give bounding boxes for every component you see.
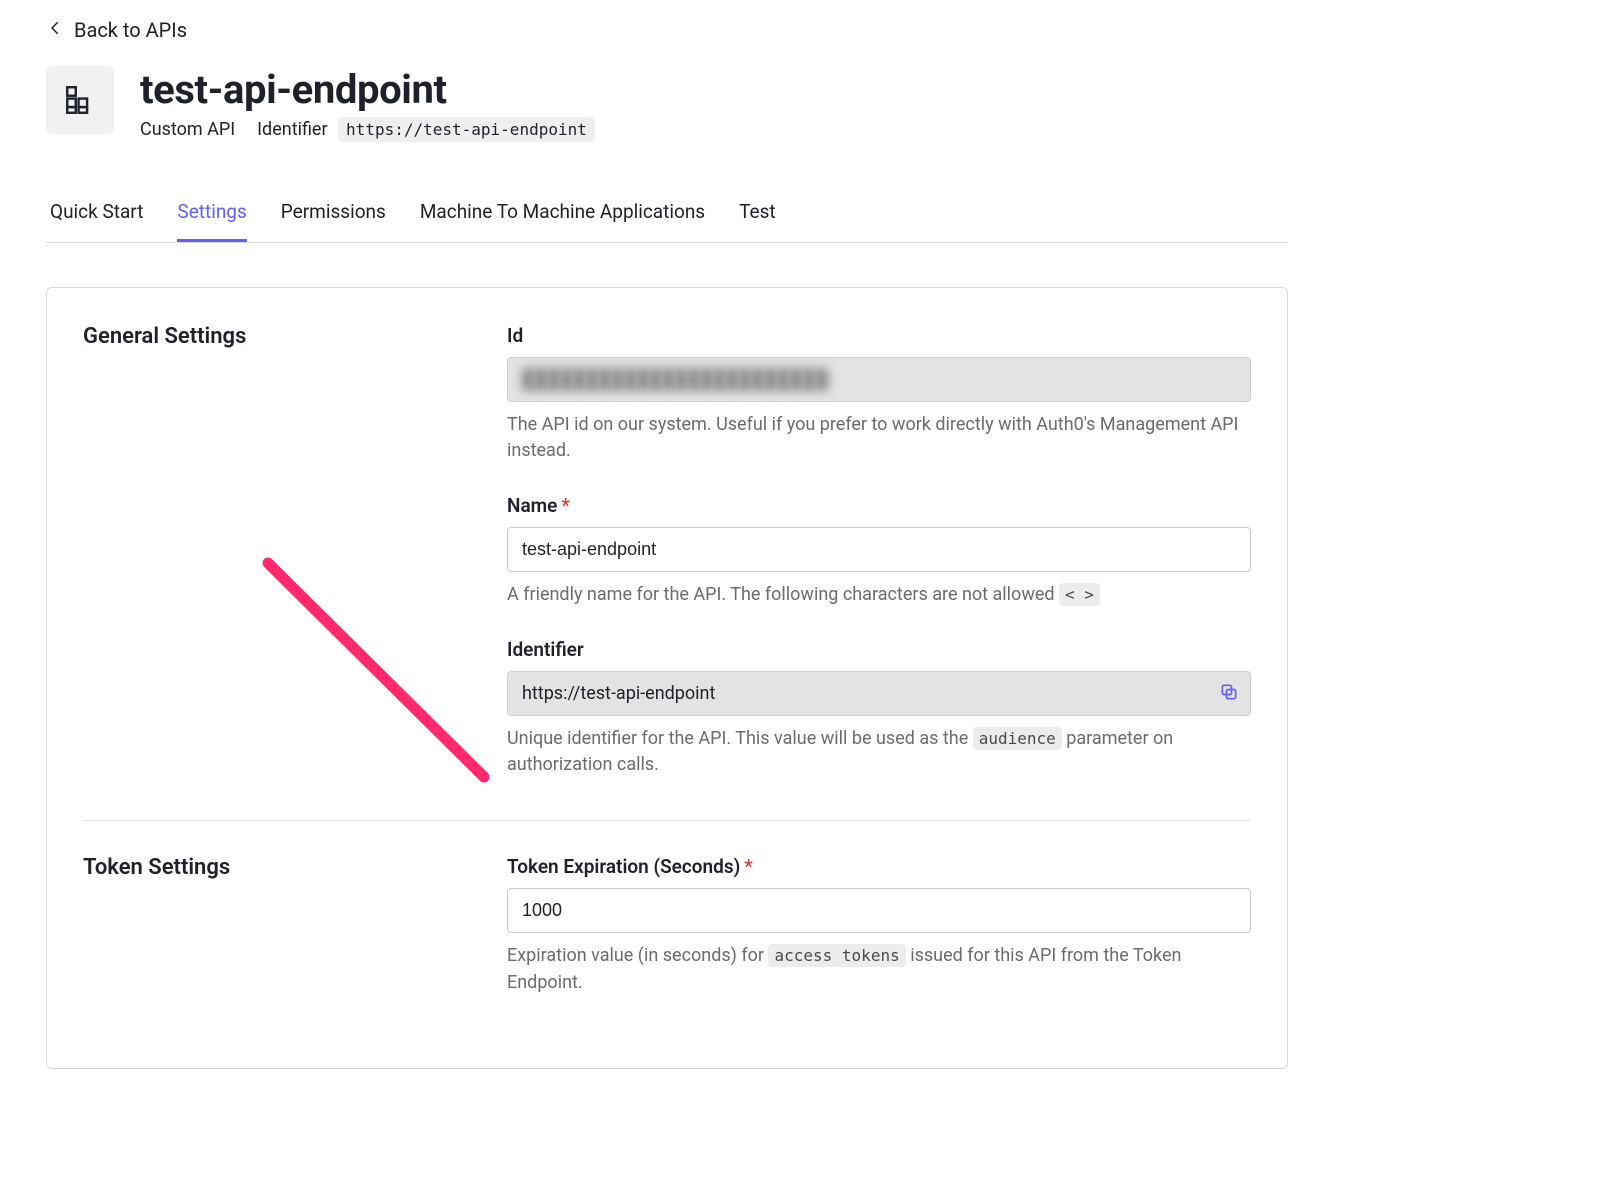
api-icon [46, 66, 114, 134]
copy-icon [1219, 682, 1239, 706]
tab-settings[interactable]: Settings [177, 200, 246, 242]
tabs: Quick Start Settings Permissions Machine… [46, 200, 1288, 243]
help-name: A friendly name for the API. The followi… [507, 582, 1251, 608]
label-identifier: Identifier [507, 638, 1251, 661]
back-link-label: Back to APIs [74, 18, 187, 42]
section-general-settings: General Settings Id ████████████████████… [83, 324, 1251, 820]
label-name: Name* [507, 494, 1251, 517]
copy-identifier-button[interactable] [1217, 682, 1241, 706]
tab-quick-start[interactable]: Quick Start [50, 200, 143, 242]
api-type-label: Custom API [140, 119, 235, 140]
api-title: test-api-endpoint [140, 66, 595, 113]
section-token-settings: Token Settings Token Expiration (Seconds… [83, 820, 1251, 1057]
settings-panel: General Settings Id ████████████████████… [46, 287, 1288, 1069]
help-id: The API id on our system. Useful if you … [507, 412, 1251, 464]
tab-m2m-applications[interactable]: Machine To Machine Applications [420, 200, 705, 242]
section-title-token: Token Settings [83, 855, 467, 1025]
help-token-expiration: Expiration value (in seconds) for access… [507, 943, 1251, 995]
api-header: test-api-endpoint Custom API Identifier … [0, 48, 1288, 140]
field-identifier: Identifier https://test-api-endpoint Uni… [507, 638, 1251, 778]
input-id: ████████████████████████ [507, 357, 1251, 402]
api-title-wrap: test-api-endpoint Custom API Identifier … [140, 66, 595, 140]
input-token-expiration[interactable] [507, 888, 1251, 933]
tab-permissions[interactable]: Permissions [281, 200, 386, 242]
identifier-label: Identifier [257, 119, 327, 140]
tab-test[interactable]: Test [739, 200, 776, 242]
label-id: Id [507, 324, 1251, 347]
field-id: Id ████████████████████████ The API id o… [507, 324, 1251, 464]
label-token-expiration: Token Expiration (Seconds)* [507, 855, 1251, 878]
input-name[interactable] [507, 527, 1251, 572]
input-identifier: https://test-api-endpoint [507, 671, 1251, 716]
help-identifier: Unique identifier for the API. This valu… [507, 726, 1251, 778]
identifier-value-badge: https://test-api-endpoint [338, 117, 595, 142]
arrow-left-icon [46, 18, 64, 42]
page-root: Back to APIs test-api-endpoint Custom AP… [0, 0, 1288, 1109]
field-name: Name* A friendly name for the API. The f… [507, 494, 1251, 608]
field-token-expiration: Token Expiration (Seconds)* Expiration v… [507, 855, 1251, 995]
section-title-general: General Settings [83, 324, 467, 788]
back-to-apis-link[interactable]: Back to APIs [0, 10, 1288, 48]
